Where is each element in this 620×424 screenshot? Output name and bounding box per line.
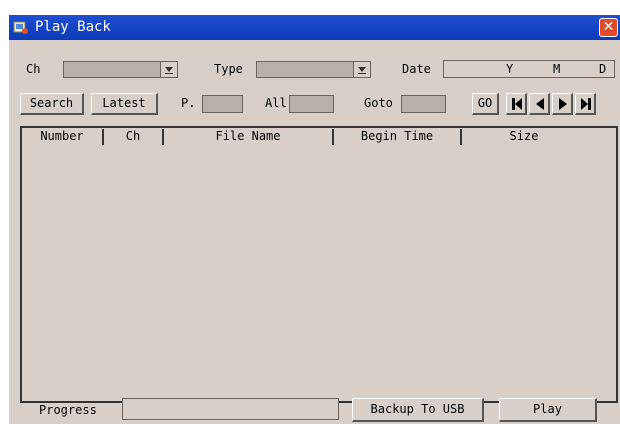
window-title: Play Back xyxy=(35,19,111,35)
prev-page-button[interactable] xyxy=(529,93,550,115)
type-select[interactable] xyxy=(256,61,371,78)
dropdown-arrow-icon[interactable] xyxy=(160,62,177,77)
first-page-icon xyxy=(512,98,522,110)
type-label: Type xyxy=(214,62,243,76)
column-header-ch[interactable]: Ch xyxy=(104,128,162,146)
playback-window: Play Back ✕ Ch Type Date Y M D Search La… xyxy=(9,15,620,424)
ch-select[interactable] xyxy=(63,61,178,78)
goto-field[interactable] xyxy=(401,95,446,113)
date-label: Date xyxy=(402,62,431,76)
close-icon[interactable]: ✕ xyxy=(599,18,618,37)
next-page-icon xyxy=(559,98,567,110)
column-header-number[interactable]: Number xyxy=(22,128,102,146)
progress-bar xyxy=(122,398,339,420)
next-page-button[interactable] xyxy=(552,93,573,115)
play-button[interactable]: Play xyxy=(499,398,597,422)
app-icon xyxy=(13,21,28,34)
goto-label: Goto xyxy=(364,96,393,110)
date-day[interactable]: D xyxy=(599,62,606,76)
date-month[interactable]: M xyxy=(553,62,560,76)
prev-page-icon xyxy=(536,98,544,110)
all-label: All xyxy=(265,96,287,110)
go-button[interactable]: GO xyxy=(472,93,499,115)
backup-to-usb-button[interactable]: Backup To USB xyxy=(352,398,484,422)
progress-label: Progress xyxy=(39,403,97,417)
dropdown-arrow-icon[interactable] xyxy=(353,62,370,77)
search-button[interactable]: Search xyxy=(20,93,84,115)
page-label: P. xyxy=(181,96,196,110)
last-page-icon xyxy=(581,98,591,110)
column-header-begin-time[interactable]: Begin Time xyxy=(334,128,460,146)
column-header-size[interactable]: Size xyxy=(462,128,586,146)
page-field[interactable] xyxy=(202,95,243,113)
column-header-file-name[interactable]: File Name xyxy=(164,128,332,146)
date-year[interactable]: Y xyxy=(506,62,513,76)
title-bar[interactable]: Play Back ✕ xyxy=(9,15,620,40)
file-list[interactable]: Number Ch File Name Begin Time Size xyxy=(20,126,618,403)
latest-button[interactable]: Latest xyxy=(91,93,158,115)
date-input[interactable]: Y M D xyxy=(443,60,615,78)
ch-label: Ch xyxy=(26,62,41,76)
last-page-button[interactable] xyxy=(575,93,596,115)
all-field xyxy=(289,95,334,113)
first-page-button[interactable] xyxy=(506,93,527,115)
